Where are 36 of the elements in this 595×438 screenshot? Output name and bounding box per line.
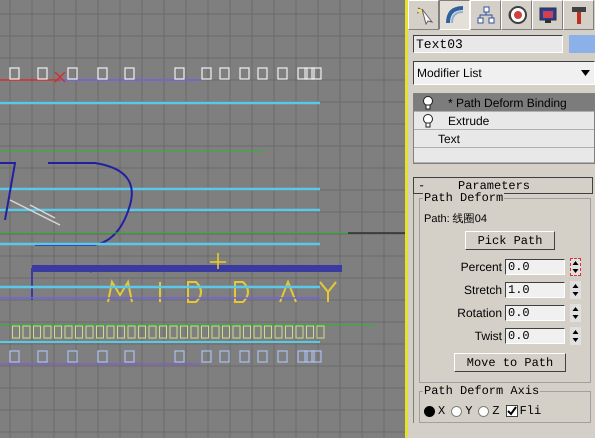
utilities-tab[interactable]: [563, 0, 594, 30]
caret-icon: [581, 70, 590, 76]
modify-tab[interactable]: [439, 0, 470, 30]
hierarchy-icon: [476, 5, 496, 25]
path-label: Path: 线圈04: [424, 212, 487, 226]
motion-tab[interactable]: [501, 0, 532, 30]
spinner-label: Twist: [474, 328, 503, 342]
object-color-swatch[interactable]: [569, 35, 595, 53]
spinner-label: Rotation: [456, 306, 503, 320]
modifier-list-dropdown[interactable]: Modifier List: [413, 61, 595, 85]
spinner-arrows[interactable]: [570, 258, 581, 276]
monitor-icon: [538, 5, 558, 25]
spinner-field[interactable]: 0.0: [505, 304, 565, 320]
spinner-field[interactable]: 0.0: [505, 258, 565, 274]
hierarchy-tab[interactable]: [470, 0, 501, 30]
axis-radio[interactable]: Y: [451, 404, 472, 418]
flip-checkbox[interactable]: Fli: [506, 404, 542, 418]
spinner-label: Stretch: [462, 282, 503, 296]
object-name-field[interactable]: Text03: [413, 35, 563, 53]
pick-path-button[interactable]: Pick Path: [464, 231, 556, 250]
spinner-field[interactable]: 0.0: [505, 328, 565, 344]
checkmark-icon: [506, 406, 517, 416]
curve-icon: [444, 5, 464, 25]
modifier-stack-item[interactable]: * Path Deform Binding: [414, 94, 594, 112]
modifier-stack-item[interactable]: Extrude: [414, 112, 594, 130]
modifier-stack-item[interactable]: Text: [414, 130, 594, 148]
axis-radio[interactable]: Z: [478, 404, 500, 418]
create-tab[interactable]: [408, 0, 439, 30]
spinner-arrows[interactable]: [570, 304, 581, 322]
spinner-arrows[interactable]: [570, 280, 581, 298]
spinner-arrows[interactable]: [570, 326, 581, 344]
spinner-label: Percent: [460, 260, 503, 274]
axis-radio[interactable]: X: [424, 404, 446, 418]
spinner-field[interactable]: 1.0: [505, 282, 565, 298]
move-to-path-button[interactable]: Move to Path: [454, 353, 566, 372]
display-tab[interactable]: [532, 0, 563, 30]
